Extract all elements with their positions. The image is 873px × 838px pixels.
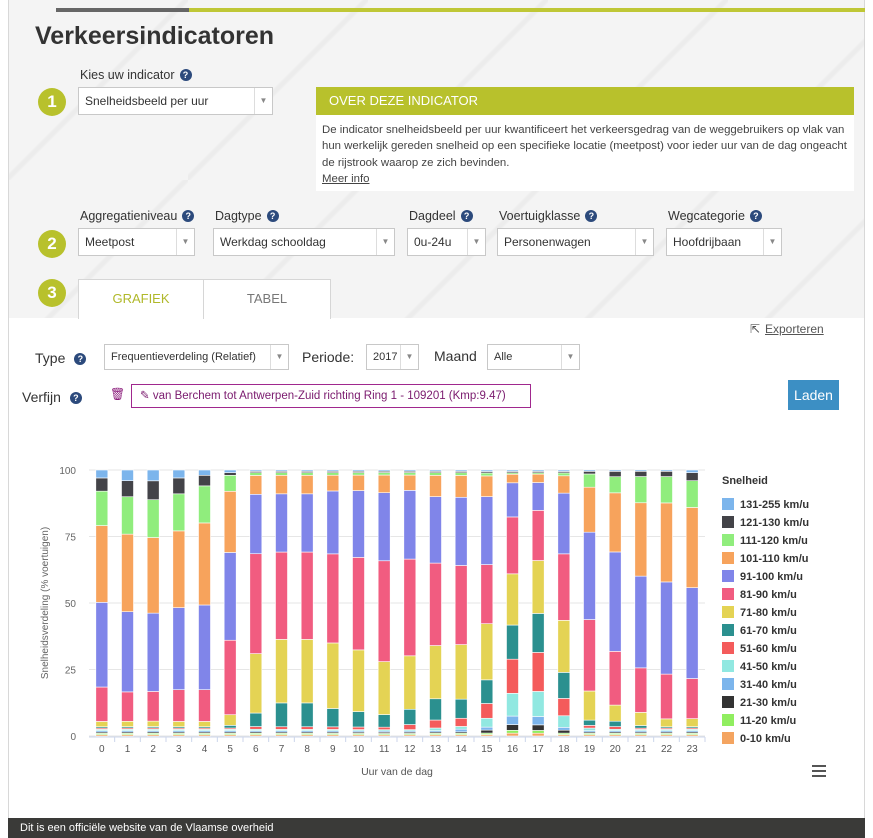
dagdeel-select-value: 0u-24u <box>414 235 452 249</box>
aggregatie-label: Aggregatieniveau? <box>80 209 195 223</box>
more-info-link[interactable]: Meer info <box>322 173 369 185</box>
filter-chip-text: van Berchem tot Antwerpen-Zuid richting … <box>152 390 506 402</box>
load-button[interactable]: Laden <box>788 380 839 410</box>
wegcategorie-label-text: Wegcategorie <box>668 209 745 223</box>
edit-icon: ✎ <box>140 390 153 402</box>
trash-icon[interactable]: 🗑 <box>110 387 125 401</box>
dagtype-label: Dagtype? <box>215 209 279 223</box>
page-title: Verkeersindicatoren <box>35 22 275 50</box>
aggregatie-select-value: Meetpost <box>85 235 135 249</box>
dagtype-select-value: Werkdag schooldag <box>220 235 326 249</box>
type-select[interactable]: Frequentieverdeling (Relatief) ▼ <box>104 344 289 370</box>
indicator-select-value: Snelheidsbeeld per uur <box>85 94 209 108</box>
wegcategorie-select-value: Hoofdrijbaan <box>673 235 742 249</box>
help-icon[interactable]: ? <box>179 69 192 81</box>
tab-grafiek[interactable]: GRAFIEK <box>78 279 204 319</box>
periode-select[interactable]: 2017 ▼ <box>366 344 419 370</box>
dagtype-select[interactable]: Werkdag schooldag ▼ <box>213 228 395 256</box>
tab-tabel[interactable]: TABEL <box>203 279 331 319</box>
about-title: OVER DEZE INDICATOR <box>316 87 854 115</box>
periode-label: Periode: <box>302 349 355 365</box>
voertuigklasse-label: Voertuigklasse? <box>499 209 598 223</box>
filter-chip[interactable]: ✎ van Berchem tot Antwerpen-Zuid richtin… <box>131 384 531 408</box>
help-icon[interactable]: ? <box>585 210 598 222</box>
type-select-value: Frequentieverdeling (Relatief) <box>111 351 256 363</box>
aggregatie-select[interactable]: Meetpost ▼ <box>78 228 195 256</box>
chevron-down-icon: ▼ <box>254 88 272 114</box>
verfijn-label: Verfijn? <box>22 389 82 405</box>
chevron-down-icon: ▼ <box>270 345 288 369</box>
wegcategorie-label: Wegcategorie? <box>668 209 762 223</box>
indicator-select[interactable]: Snelheidsbeeld per uur ▼ <box>78 87 273 115</box>
dagdeel-label-text: Dagdeel <box>409 209 456 223</box>
dagdeel-select[interactable]: 0u-24u ▼ <box>407 228 486 256</box>
chevron-down-icon: ▼ <box>763 229 781 255</box>
step-2-badge: 2 <box>38 230 66 258</box>
maand-select-value: Alle <box>494 351 513 363</box>
help-icon[interactable]: ? <box>182 210 195 222</box>
maand-select[interactable]: Alle ▼ <box>487 344 580 370</box>
footer: Dit is een officiële website van de Vlaa… <box>8 818 865 838</box>
step-3-badge: 3 <box>38 279 66 307</box>
export-link[interactable]: Exporteren <box>765 322 824 336</box>
chevron-down-icon: ▼ <box>635 229 653 255</box>
chevron-down-icon: ▼ <box>176 229 194 255</box>
voertuigklasse-select[interactable]: Personenwagen ▼ <box>497 228 654 256</box>
indicator-label-text: Kies uw indicator <box>80 68 175 82</box>
accent-bar <box>56 8 189 12</box>
help-icon[interactable]: ? <box>749 210 762 222</box>
export-icon[interactable]: ⇱ <box>750 322 760 336</box>
menu-icon[interactable] <box>812 765 826 780</box>
chevron-down-icon: ▼ <box>376 229 394 255</box>
type-label: Type? <box>35 350 87 366</box>
chevron-down-icon: ▼ <box>561 345 579 369</box>
voertuigklasse-select-value: Personenwagen <box>504 235 591 249</box>
accent-bar-right <box>189 8 865 12</box>
help-icon[interactable]: ? <box>74 353 87 365</box>
about-body: De indicator snelheidsbeeld per uur kwan… <box>316 115 854 187</box>
wegcategorie-select[interactable]: Hoofdrijbaan ▼ <box>666 228 782 256</box>
chevron-down-icon: ▼ <box>467 229 485 255</box>
help-icon[interactable]: ? <box>460 210 473 222</box>
chevron-down-icon: ▼ <box>400 345 418 369</box>
verfijn-label-text: Verfijn <box>22 389 61 405</box>
type-label-text: Type <box>35 350 66 366</box>
voertuigklasse-label-text: Voertuigklasse <box>499 209 581 223</box>
dagtype-label-text: Dagtype <box>215 209 262 223</box>
step-1-badge: 1 <box>38 88 66 116</box>
help-icon[interactable]: ? <box>69 392 82 404</box>
dagdeel-label: Dagdeel? <box>409 209 473 223</box>
aggregatie-label-text: Aggregatieniveau <box>80 209 178 223</box>
indicator-label: Kies uw indicator? <box>80 68 192 82</box>
help-icon[interactable]: ? <box>266 210 279 222</box>
about-panel: OVER DEZE INDICATOR De indicator snelhei… <box>316 87 854 191</box>
about-text: De indicator snelheidsbeeld per uur kwan… <box>322 124 847 169</box>
maand-label: Maand <box>434 348 477 364</box>
periode-select-value: 2017 <box>373 351 398 363</box>
